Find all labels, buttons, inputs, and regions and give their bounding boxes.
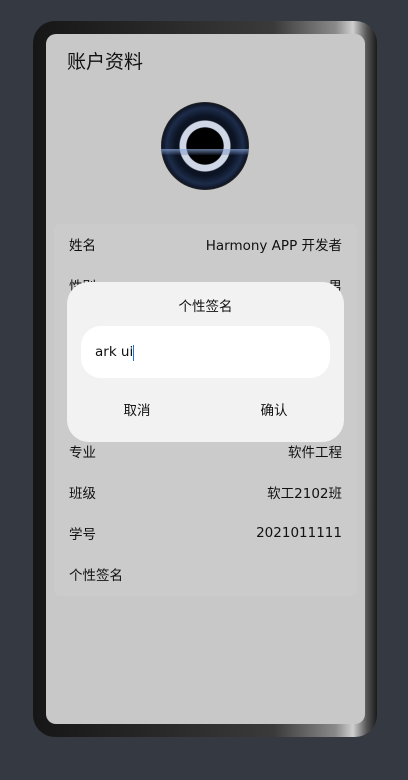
signature-input[interactable]: [81, 326, 330, 378]
text-caret: [133, 345, 134, 361]
confirm-button[interactable]: 确认: [214, 394, 334, 424]
signature-dialog: 个性签名 取消 确认: [67, 282, 344, 442]
app-screen: 账户资料 姓名 Harmony APP 开发者 性别 男 专业 软件工程 班级 …: [46, 34, 365, 724]
cancel-button[interactable]: 取消: [77, 394, 197, 424]
dialog-title: 个性签名: [178, 299, 233, 315]
